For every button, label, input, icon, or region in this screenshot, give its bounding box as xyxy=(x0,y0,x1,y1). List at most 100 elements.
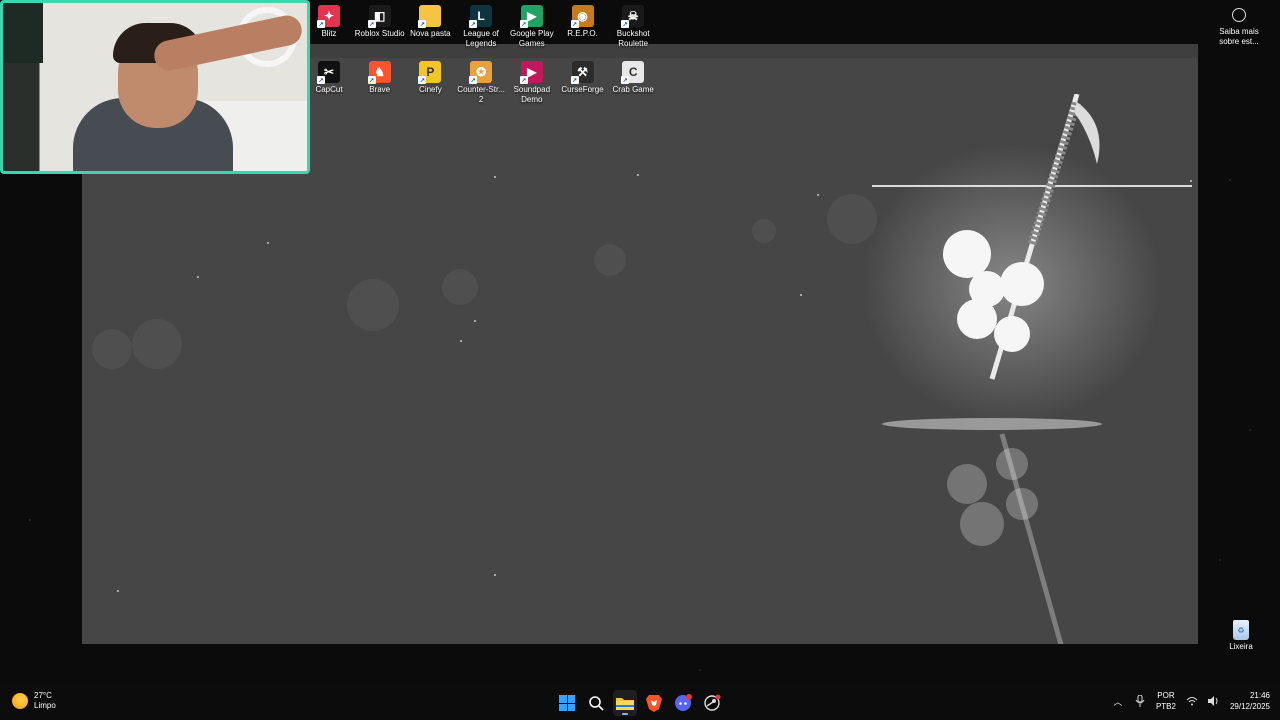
desktop-shortcut-soundpad[interactable]: ▶ ↗ Soundpad Demo xyxy=(507,61,557,105)
wifi-icon[interactable] xyxy=(1186,695,1198,707)
shortcut-arrow-icon: ↗ xyxy=(469,20,478,28)
desktop-shortcut-roblox-studio[interactable]: ◧ ↗ Roblox Studio xyxy=(355,5,405,39)
show-hidden-icons-chevron-icon[interactable]: ︿ xyxy=(1112,695,1124,707)
learn-more-label: Saiba mais sobre est... xyxy=(1219,27,1259,46)
recycle-bin-icon: ♻ xyxy=(1233,620,1249,640)
shortcut-arrow-icon: ↗ xyxy=(519,76,528,84)
desktop-shortcut-label: Buckshot Roulette xyxy=(616,29,650,48)
cinefy-icon: P ↗ xyxy=(418,61,442,84)
shortcut-arrow-icon: ↗ xyxy=(418,20,427,28)
clock-date: 29/12/2025 xyxy=(1229,702,1270,711)
desktop-shortcut-label: CapCut xyxy=(315,85,343,94)
folder-icon xyxy=(616,698,634,710)
desktop-shortcut-repo[interactable]: ◉ ↗ R.E.P.O. xyxy=(558,5,608,39)
discord-icon xyxy=(675,694,692,711)
bokeh-decoration xyxy=(92,329,132,369)
webcam-room-door xyxy=(3,3,43,63)
star-dot xyxy=(817,194,819,196)
shortcut-arrow-icon: ↗ xyxy=(519,20,528,28)
desktop-shortcut-label: League of Legends xyxy=(463,29,499,48)
clock-time: 21:46 xyxy=(1249,691,1270,700)
language-line-2: PTB2 xyxy=(1155,702,1176,711)
desktop-shortcut-curseforge[interactable]: ⚒ ↗ CurseForge xyxy=(558,61,608,95)
curseforge-icon: ⚒ ↗ xyxy=(570,61,594,84)
search-button[interactable] xyxy=(584,690,608,716)
desktop-shortcut-label: Nova pasta xyxy=(410,29,451,38)
steam-taskbar-button[interactable] xyxy=(700,690,724,716)
weather-condition: Limpo xyxy=(34,701,56,710)
steam-icon xyxy=(704,694,721,711)
desktop-shortcut-crab-game[interactable]: C ↗ Crab Game xyxy=(608,61,658,95)
search-icon xyxy=(589,696,604,711)
weather-temperature: 27°C xyxy=(34,691,52,700)
roblox-studio-icon: ◧ ↗ xyxy=(367,5,391,28)
recycle-bin-label: Lixeira xyxy=(1229,642,1253,651)
soundpad-icon: ▶ ↗ xyxy=(519,61,543,84)
bokeh-decoration xyxy=(347,279,399,331)
shortcut-arrow-icon: ↗ xyxy=(621,76,630,84)
shortcut-arrow-icon: ↗ xyxy=(621,20,630,28)
shortcut-arrow-icon: ↗ xyxy=(367,76,376,84)
star-dot xyxy=(197,276,199,278)
shortcut-arrow-icon: ↗ xyxy=(317,76,325,84)
desktop-shortcut-label: Blitz xyxy=(321,29,337,38)
weather-widget[interactable]: 27°C Limpo xyxy=(12,691,56,711)
windows-icon xyxy=(559,695,575,711)
crab-game-icon: C ↗ xyxy=(621,61,645,84)
start-button[interactable] xyxy=(555,690,579,716)
desktop-shortcut-league-of-legends[interactable]: L ↗ League of Legends xyxy=(456,5,506,49)
desktop-shortcut-label: Roblox Studio xyxy=(354,29,405,38)
blitz-icon: ✦ ↗ xyxy=(317,5,340,28)
desktop-shortcut-label: Google Play Games xyxy=(510,29,554,48)
bokeh-decoration xyxy=(752,219,776,243)
desktop-shortcut-cinefy[interactable]: P ↗ Cinefy xyxy=(405,61,455,95)
brave-icon: ♞ ↗ xyxy=(367,61,391,84)
shortcut-arrow-icon: ↗ xyxy=(570,76,579,84)
bokeh-decoration xyxy=(442,269,478,305)
language-indicator[interactable]: POR PTB2 xyxy=(1156,690,1176,712)
webcam-overlay xyxy=(0,0,310,174)
star-dot xyxy=(494,574,496,576)
star-dot xyxy=(637,174,639,176)
desktop-shortcut-label: R.E.P.O. xyxy=(567,29,598,38)
shortcut-arrow-icon: ↗ xyxy=(367,20,376,28)
desktop-shortcut-buckshot-roulette[interactable]: ☠ ↗ Buckshot Roulette xyxy=(608,5,658,49)
star-dot xyxy=(800,294,802,296)
desktop-shortcut-capcut[interactable]: ✂ ↗ CapCut xyxy=(304,61,354,95)
taskbar: 27°C Limpo ︿ POR PTB2 21:46 29/12/2025 xyxy=(0,686,1280,720)
file-explorer-button[interactable] xyxy=(613,690,637,716)
desktop-shortcut-google-play-games[interactable]: ▶ ↗ Google Play Games xyxy=(507,5,557,49)
recycle-bin-shortcut[interactable]: ♻ Lixeira xyxy=(1224,620,1258,652)
learn-more-widget[interactable]: Saiba mais sobre est... xyxy=(1212,8,1266,47)
league-of-legends-icon: L ↗ xyxy=(469,5,493,28)
katana-flowers-artwork xyxy=(862,94,1192,644)
google-play-games-icon: ▶ ↗ xyxy=(519,5,543,28)
bokeh-decoration xyxy=(594,244,626,276)
desktop-shortcut-brave[interactable]: ♞ ↗ Brave xyxy=(355,61,405,95)
brave-icon xyxy=(646,695,662,712)
brave-taskbar-button[interactable] xyxy=(642,690,666,716)
star-dot xyxy=(460,340,462,342)
desktop-shortcut-label: Soundpad Demo xyxy=(513,85,551,104)
bokeh-decoration xyxy=(132,319,182,369)
system-tray: ︿ POR PTB2 21:46 29/12/2025 xyxy=(1112,690,1270,712)
buckshot-roulette-icon: ☠ ↗ xyxy=(621,5,645,28)
shortcut-arrow-icon: ↗ xyxy=(317,20,325,28)
clock[interactable]: 21:46 29/12/2025 xyxy=(1230,690,1270,712)
desktop-shortcut-label: Crab Game xyxy=(612,85,654,94)
language-line-1: POR xyxy=(1157,691,1175,700)
desktop-shortcut-label: CurseForge xyxy=(561,85,604,94)
repo-icon: ◉ ↗ xyxy=(570,5,594,28)
desktop-shortcut-counter-strike[interactable]: ✪ ↗ Counter-Str... 2 xyxy=(456,61,506,105)
microphone-icon[interactable] xyxy=(1134,695,1146,707)
desktop-shortcut-folder[interactable]: ↗ Nova pasta xyxy=(405,5,455,39)
star-dot xyxy=(494,176,496,178)
star-dot xyxy=(267,242,269,244)
desktop-shortcut-blitz[interactable]: ✦ ↗ Blitz xyxy=(304,5,354,39)
discord-taskbar-button[interactable] xyxy=(671,690,695,716)
star-dot xyxy=(474,320,476,322)
desktop-shortcut-label: Cinefy xyxy=(419,85,442,94)
capcut-icon: ✂ ↗ xyxy=(317,61,340,84)
shortcut-arrow-icon: ↗ xyxy=(570,20,579,28)
volume-icon[interactable] xyxy=(1207,695,1220,707)
